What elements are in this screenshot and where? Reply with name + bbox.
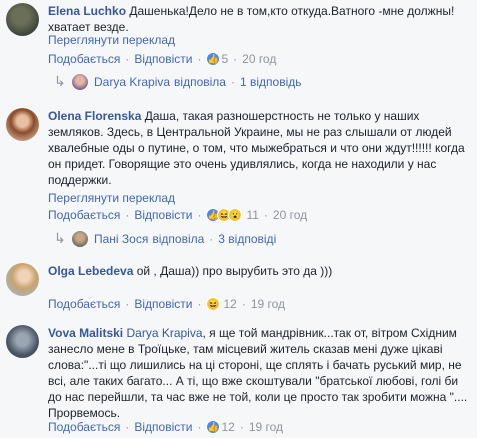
- like-icon: 👍: [206, 420, 221, 434]
- reply-link[interactable]: Відповісти: [134, 297, 192, 311]
- reactions[interactable]: 👍: [206, 420, 221, 434]
- avatar: [72, 73, 88, 90]
- reactions[interactable]: 👍: [206, 52, 221, 66]
- reply-verb: відповіла: [152, 231, 205, 246]
- comment-text: Elena Luchko Дашенька!Дело не в том,кто …: [48, 3, 472, 35]
- reply-link[interactable]: Відповісти: [134, 208, 192, 222]
- like-icon: 👍: [206, 52, 221, 66]
- like-link[interactable]: Подобається: [48, 208, 120, 222]
- reply-arrow-icon: ↳: [54, 230, 66, 246]
- reply-count[interactable]: 1 відповідь: [240, 75, 302, 89]
- comments-thread: Elena Luchko Дашенька!Дело не в том,кто …: [0, 0, 477, 438]
- reaction-count[interactable]: 5: [221, 52, 228, 66]
- comment-author[interactable]: Olena Florenska: [48, 109, 141, 123]
- reactions[interactable]: 👍 😆 😮: [206, 208, 243, 222]
- reply-author[interactable]: Пані Зося: [94, 232, 148, 246]
- timestamp[interactable]: 19 год: [251, 297, 285, 311]
- comment-actions: Подобається · Відповісти · 👍 5 · 20 год: [48, 52, 277, 66]
- like-link[interactable]: Подобається: [48, 297, 120, 311]
- replies-summary[interactable]: ↳ Пані Зося відповіла · 3 відповіді: [54, 230, 276, 247]
- reaction-count[interactable]: 12: [223, 297, 236, 311]
- reactions[interactable]: 😆: [206, 297, 221, 311]
- like-link[interactable]: Подобається: [48, 52, 120, 66]
- reply-verb: відповіла: [174, 74, 226, 89]
- reply-author[interactable]: Darya Krapiva: [94, 75, 170, 89]
- comment-actions: Подобається · Відповісти · 👍 12 · 19 год: [48, 420, 284, 434]
- replies-summary[interactable]: ↳ Darya Krapiva відповіла · 1 відповідь: [54, 73, 302, 90]
- avatar[interactable]: [6, 325, 39, 358]
- comment-actions: Подобається · Відповісти · 👍 😆 😮 11 · 20…: [48, 208, 308, 222]
- comment-text: Vova Malitski Darya Krapiva, я ще той ма…: [48, 325, 472, 421]
- haha-icon: 😆: [206, 297, 221, 311]
- reply-link[interactable]: Відповісти: [134, 52, 192, 66]
- comment-text: Olga Lebedeva ой , Даша)) про вырубить э…: [48, 263, 472, 279]
- reply-link[interactable]: Відповісти: [134, 420, 192, 434]
- comment-text: Olena Florenska Даша, такая разношерстно…: [48, 108, 472, 188]
- mention-link[interactable]: Darya Krapiva: [126, 326, 202, 340]
- timestamp[interactable]: 20 год: [242, 52, 276, 66]
- see-translation-link[interactable]: Переглянути переклад: [48, 33, 175, 47]
- timestamp[interactable]: 20 год: [273, 208, 307, 222]
- timestamp[interactable]: 19 год: [249, 420, 283, 434]
- comment-author[interactable]: Olga Lebedeva: [48, 264, 133, 278]
- like-link[interactable]: Подобається: [48, 420, 120, 434]
- avatar[interactable]: [6, 263, 39, 296]
- comment-author[interactable]: Vova Malitski: [48, 326, 123, 340]
- comment-body: ой , Даша)) про вырубить это да ))): [136, 264, 333, 278]
- see-translation-link[interactable]: Переглянути переклад: [48, 191, 175, 205]
- comment-body: , я ще той мандрівник...так от, вітром С…: [48, 326, 468, 420]
- reply-arrow-icon: ↳: [54, 73, 66, 89]
- avatar[interactable]: [6, 3, 39, 36]
- reaction-count[interactable]: 11: [246, 208, 258, 222]
- avatar[interactable]: [6, 108, 39, 141]
- comment-actions: Подобається · Відповісти · 😆 12 · 19 год: [48, 297, 286, 311]
- reply-count[interactable]: 3 відповіді: [218, 232, 276, 246]
- wow-icon: 😮: [228, 208, 243, 222]
- reaction-count[interactable]: 12: [221, 420, 234, 434]
- comment-author[interactable]: Elena Luchko: [48, 4, 126, 18]
- avatar: [72, 230, 88, 247]
